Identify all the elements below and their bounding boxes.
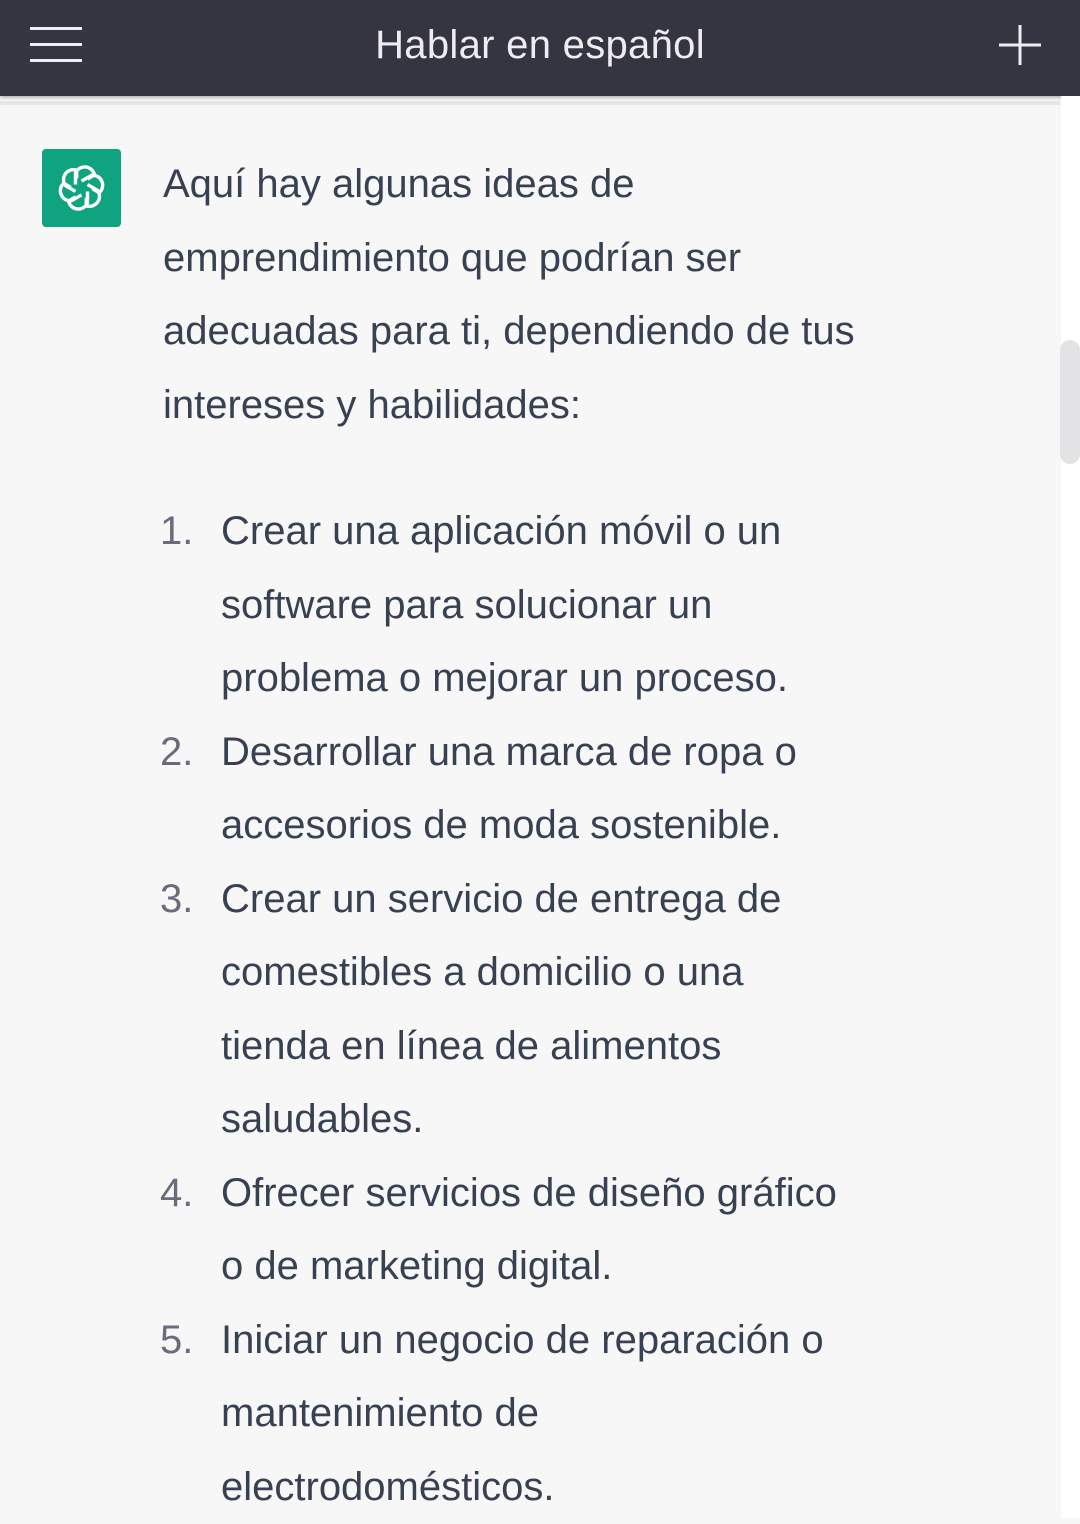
- page-title: Hablar en español: [0, 0, 1080, 92]
- list-item-number: 1.: [160, 495, 193, 569]
- header-divider: [0, 101, 1060, 105]
- list-item: 4. Ofrecer servicios de diseño gráfico o…: [163, 1157, 863, 1304]
- list-item-text: Crear un servicio de entrega de comestib…: [221, 877, 781, 1142]
- top-bar: Hablar en español: [0, 0, 1080, 96]
- assistant-message: Aquí hay algunas ideas de emprendimiento…: [163, 148, 863, 1524]
- plus-icon[interactable]: [992, 18, 1048, 74]
- list-item-number: 2.: [160, 716, 193, 790]
- idea-list: 1. Crear una aplicación móvil o un softw…: [163, 495, 863, 1524]
- list-item: 5. Iniciar un negocio de reparación o ma…: [163, 1304, 863, 1524]
- scrollbar-thumb[interactable]: [1060, 340, 1080, 464]
- list-item: 2. Desarrollar una marca de ropa o acces…: [163, 716, 863, 863]
- openai-logo-icon: [42, 149, 121, 227]
- list-item-number: 5.: [160, 1304, 193, 1378]
- list-item-text: Crear una aplicación móvil o un software…: [221, 509, 788, 700]
- list-item-text: Ofrecer servicios de diseño gráfico o de…: [221, 1171, 837, 1289]
- list-item-text: Iniciar un negocio de reparación o mante…: [221, 1318, 824, 1509]
- list-item: 3. Crear un servicio de entrega de comes…: [163, 863, 863, 1157]
- message-intro: Aquí hay algunas ideas de emprendimiento…: [163, 148, 863, 442]
- list-item: 1. Crear una aplicación móvil o un softw…: [163, 495, 863, 716]
- scrollbar-track[interactable]: [1061, 96, 1080, 1518]
- list-item-number: 4.: [160, 1157, 193, 1231]
- list-item-number: 3.: [160, 863, 193, 937]
- list-item-text: Desarrollar una marca de ropa o accesori…: [221, 730, 797, 848]
